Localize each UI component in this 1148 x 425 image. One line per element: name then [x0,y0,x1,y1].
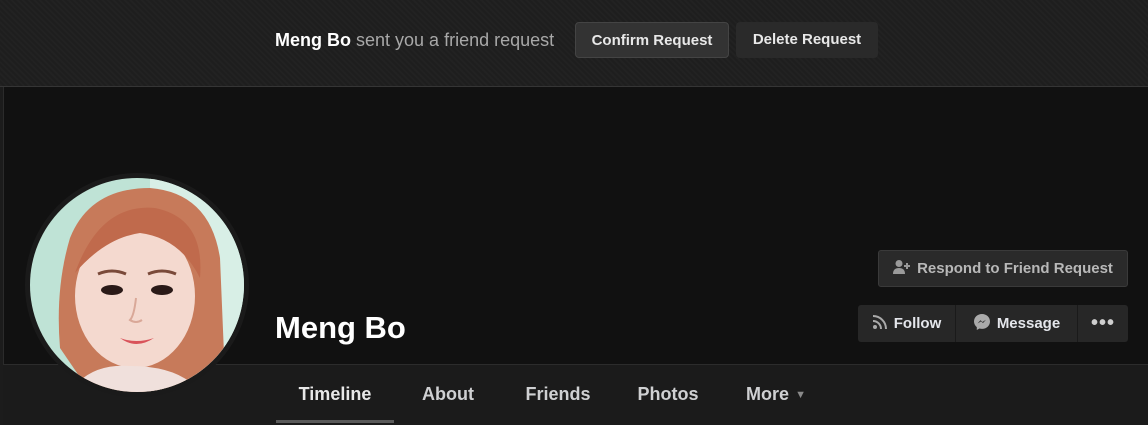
request-message: sent you a friend request [356,30,555,50]
add-friend-icon [893,259,911,279]
caret-down-icon: ▼ [795,389,806,401]
tab-friends[interactable]: Friends [508,365,608,423]
delete-request-button[interactable]: Delete Request [736,22,878,58]
respond-label: Respond to Friend Request [917,260,1113,277]
tab-photos[interactable]: Photos [623,365,713,423]
follow-label: Follow [893,315,942,332]
request-sender-name[interactable]: Meng Bo [275,30,351,50]
messenger-icon [973,313,991,335]
follow-button[interactable]: Follow [858,305,956,342]
friend-request-text: Meng Bo sent you a friend request [275,30,554,51]
tab-about[interactable]: About [398,365,498,423]
message-button[interactable]: Message [956,305,1078,342]
friend-request-bar: Meng Bo sent you a friend request Confir… [0,0,1148,87]
tab-timeline[interactable]: Timeline [276,365,394,423]
profile-photo-image [30,178,244,392]
respond-to-friend-request-button[interactable]: Respond to Friend Request [878,250,1128,287]
more-options-button[interactable]: ••• [1078,305,1128,342]
profile-name: Meng Bo [275,310,406,345]
tab-more-label: More [746,384,790,404]
profile-picture[interactable] [25,173,249,397]
message-label: Message [996,315,1061,332]
confirm-request-button[interactable]: Confirm Request [575,22,729,58]
profile-actions: Follow Message ••• [858,305,1128,342]
tab-more[interactable]: More ▼ [731,365,821,423]
rss-feed-icon [872,314,888,334]
